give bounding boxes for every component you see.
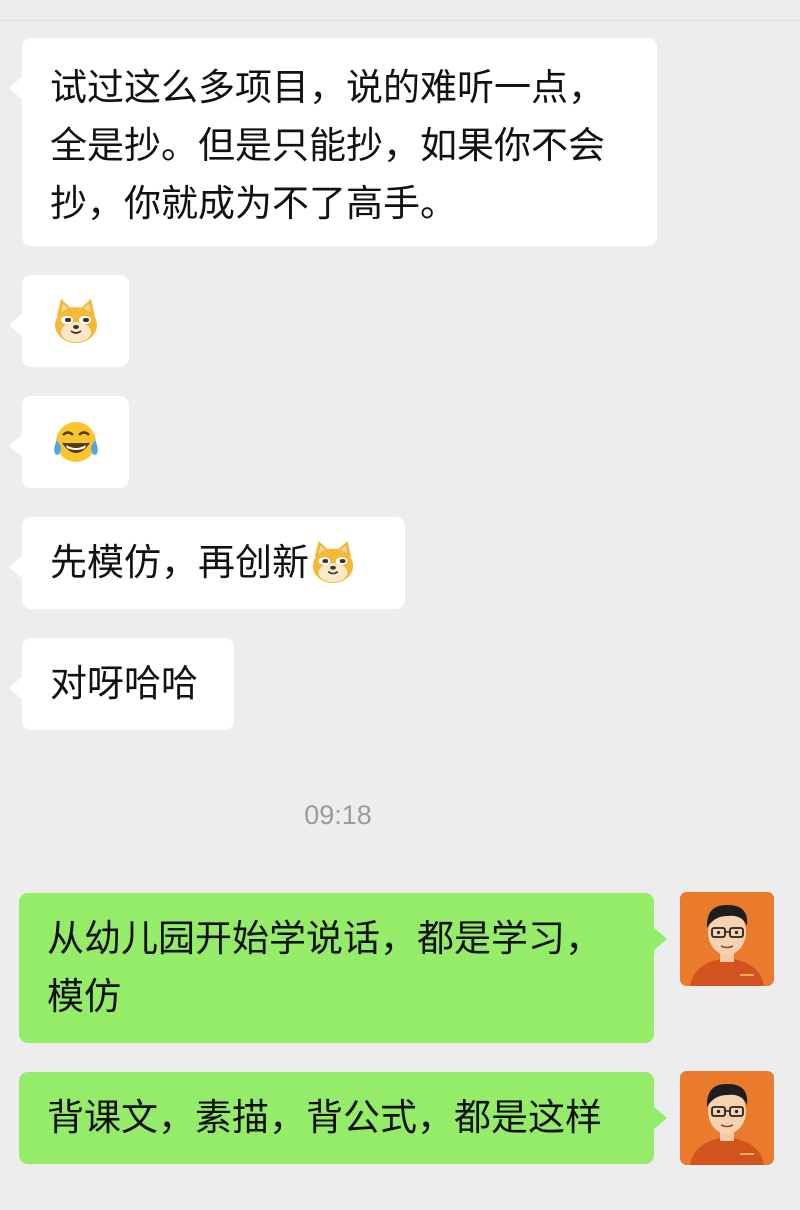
top-divider [0, 20, 800, 21]
message-line: 试过这么多项目，说的难听一点， [50, 66, 605, 109]
message-bubble-outgoing[interactable]: 背课文，素描，背公式，都是这样 [19, 1072, 667, 1164]
message-bubble-incoming[interactable] [9, 396, 129, 488]
avatar[interactable] [680, 892, 774, 986]
tears-of-joy-icon [51, 417, 101, 467]
user-avatar-icon [680, 892, 774, 986]
doge-icon [51, 296, 101, 346]
user-avatar-icon [680, 1071, 774, 1165]
message-line: 从幼儿园开始学说话，都是学习， [47, 917, 602, 960]
message-bubble-incoming[interactable]: 试过这么多项目，说的难听一点， 全是抄。但是只能抄，如果你不会 抄，你就成为不了… [9, 38, 657, 246]
message-bubble-incoming[interactable] [9, 275, 129, 367]
message-text: 背课文，素描，背公式，都是这样 [47, 1096, 602, 1139]
doge-icon [309, 538, 357, 586]
message-text: 先模仿，再创新 [50, 541, 309, 584]
avatar[interactable] [680, 1071, 774, 1165]
message-text: 对呀哈哈 [50, 662, 198, 705]
message-bubble-incoming[interactable]: 对呀哈哈 [9, 638, 234, 730]
message-line: 全是抄。但是只能抄，如果你不会 [50, 124, 605, 167]
message-line: 模仿 [47, 975, 121, 1018]
message-bubble-incoming[interactable]: 先模仿，再创新 [9, 517, 405, 609]
message-timestamp: 09:18 [304, 800, 372, 830]
message-bubble-outgoing[interactable]: 从幼儿园开始学说话，都是学习， 模仿 [19, 893, 667, 1043]
message-line: 抄，你就成为不了高手。 [50, 182, 457, 225]
